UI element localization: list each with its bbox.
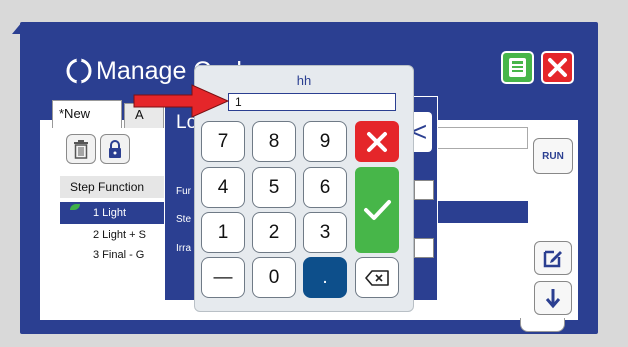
panel-handle [520, 318, 565, 332]
key-decimal[interactable]: . [303, 257, 347, 298]
refresh-icon [66, 57, 92, 85]
name-field[interactable] [430, 127, 528, 149]
key-2[interactable]: 2 [252, 212, 296, 253]
key-3[interactable]: 3 [303, 212, 347, 253]
key-9[interactable]: 9 [303, 121, 347, 162]
key-1[interactable]: 1 [201, 212, 245, 253]
edit-button[interactable] [534, 241, 572, 275]
keypad-ok-button[interactable] [355, 167, 399, 253]
close-button[interactable] [541, 51, 574, 84]
key-4[interactable]: 4 [201, 167, 245, 208]
key-5[interactable]: 5 [252, 167, 296, 208]
key-7[interactable]: 7 [201, 121, 245, 162]
check-icon [364, 200, 391, 220]
key-6[interactable]: 6 [303, 167, 347, 208]
key-0[interactable]: 0 [252, 257, 296, 298]
lock-icon [109, 140, 121, 158]
function-checkbox[interactable] [414, 180, 434, 200]
move-down-button[interactable] [534, 281, 572, 315]
key-minus[interactable]: — [201, 257, 245, 298]
close-icon [367, 131, 387, 152]
selected-row-strip [430, 201, 528, 223]
save-button[interactable] [501, 51, 534, 84]
tab-new[interactable]: *New [52, 100, 122, 128]
keypad-input[interactable]: 1 [228, 93, 396, 111]
delete-button[interactable] [66, 134, 96, 164]
function-label: Fur [176, 186, 191, 197]
list-item-label: 1 Light [93, 207, 127, 219]
irradiance-label: Irra [176, 243, 191, 254]
key-8[interactable]: 8 [252, 121, 296, 162]
run-button[interactable]: RUN [533, 138, 573, 174]
keypad-cancel-button[interactable] [355, 121, 399, 162]
trash-icon [74, 140, 88, 159]
step-label: Ste [176, 214, 192, 225]
lock-button[interactable] [100, 134, 130, 164]
arrow-down-icon [545, 289, 561, 309]
edit-icon [543, 250, 562, 268]
backspace-icon [365, 269, 389, 286]
backspace-button[interactable] [355, 257, 399, 298]
close-icon [548, 58, 567, 77]
red-arrow-icon [133, 84, 230, 118]
irradiance-checkbox[interactable] [414, 238, 434, 258]
save-icon [509, 58, 526, 77]
